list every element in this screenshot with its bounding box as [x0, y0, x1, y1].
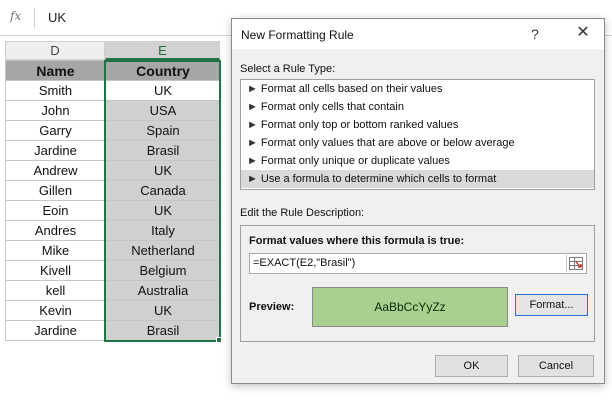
name-cell[interactable]: Kivell — [5, 260, 106, 281]
name-cell[interactable]: Garry — [5, 120, 106, 141]
rule-type-item[interactable]: ► Format only values that are above or be… — [241, 134, 594, 152]
format-preview: AaBbCcYyZz — [312, 287, 508, 327]
table-row: Eoin UK — [5, 200, 221, 221]
country-cell[interactable]: Belgium — [105, 260, 221, 281]
formula-bar-value[interactable]: UK — [48, 10, 66, 25]
table-row: Jardine Brasil — [5, 140, 221, 161]
table-row: Andres Italy — [5, 220, 221, 241]
name-cell[interactable]: Gillen — [5, 180, 106, 201]
country-cell[interactable]: Brasil — [105, 320, 221, 341]
country-cell[interactable]: Spain — [105, 120, 221, 141]
name-cell[interactable]: Andrew — [5, 160, 106, 181]
name-cell[interactable]: Jardine — [5, 140, 106, 161]
country-cell[interactable]: Netherland — [105, 240, 221, 261]
table-row: John USA — [5, 100, 221, 121]
help-icon[interactable]: ? — [531, 26, 539, 42]
table-row: Kevin UK — [5, 300, 221, 321]
formula-input-value: =EXACT(E2,"Brasil") — [253, 257, 356, 269]
header-cell-country[interactable]: Country — [105, 60, 221, 81]
spreadsheet-grid: Name Country Smith UK John USA Garry Spa… — [5, 60, 221, 341]
rule-type-list: ► Format all cells based on their values … — [240, 79, 595, 190]
arrow-icon: ► — [247, 119, 258, 131]
rule-type-item[interactable]: ► Format all cells based on their values — [241, 80, 594, 98]
dialog-title: New Formatting Rule — [241, 28, 354, 42]
format-button[interactable]: Format... — [515, 294, 588, 316]
rule-type-label-text: Format only top or bottom ranked values — [260, 119, 459, 131]
header-cell-name[interactable]: Name — [5, 60, 106, 81]
function-icon[interactable]: fx — [10, 9, 21, 23]
country-cell[interactable]: Canada — [105, 180, 221, 201]
name-cell[interactable]: Andres — [5, 220, 106, 241]
rule-description-label: Edit the Rule Description: — [240, 207, 365, 219]
table-header-row: Name Country — [5, 60, 221, 81]
rule-type-item[interactable]: ► Format only cells that contain — [241, 98, 594, 116]
arrow-icon: ► — [247, 155, 258, 167]
name-cell[interactable]: Eoin — [5, 200, 106, 221]
rule-type-label-text: Format only unique or duplicate values — [260, 155, 450, 167]
rule-type-item-selected[interactable]: ► Use a formula to determine which cells … — [241, 170, 594, 188]
rule-type-item[interactable]: ► Format only unique or duplicate values — [241, 152, 594, 170]
name-cell[interactable]: John — [5, 100, 106, 121]
arrow-icon: ► — [247, 101, 258, 113]
name-cell[interactable]: Kevin — [5, 300, 106, 321]
collapse-range-button[interactable] — [566, 255, 584, 272]
rule-type-label-text: Use a formula to determine which cells t… — [260, 173, 497, 185]
table-row: Gillen Canada — [5, 180, 221, 201]
country-cell[interactable]: UK — [105, 300, 221, 321]
name-cell[interactable]: Smith — [5, 80, 106, 101]
table-row: Smith UK — [5, 80, 221, 101]
rule-type-item[interactable]: ► Format only top or bottom ranked values — [241, 116, 594, 134]
country-cell[interactable]: USA — [105, 100, 221, 121]
name-cell[interactable]: Mike — [5, 240, 106, 261]
close-icon[interactable]: ✕ — [574, 24, 592, 42]
table-row: Kivell Belgium — [5, 260, 221, 281]
country-cell[interactable]: Brasil — [105, 140, 221, 161]
cancel-button[interactable]: Cancel — [518, 355, 594, 377]
country-cell[interactable]: UK — [105, 80, 221, 101]
formula-prompt: Format values where this formula is true… — [249, 235, 465, 247]
country-cell[interactable]: Australia — [105, 280, 221, 301]
fill-handle[interactable] — [216, 337, 222, 343]
new-formatting-rule-dialog: New Formatting Rule ? ✕ Select a Rule Ty… — [231, 18, 605, 384]
rule-description-panel: Format values where this formula is true… — [240, 225, 595, 342]
table-row: Andrew UK — [5, 160, 221, 181]
name-cell[interactable]: Jardine — [5, 320, 106, 341]
rule-type-label-text: Format only values that are above or bel… — [260, 137, 515, 149]
country-cell[interactable]: Italy — [105, 220, 221, 241]
arrow-icon: ► — [247, 173, 258, 185]
column-header-d[interactable]: D — [5, 41, 105, 60]
table-row: kell Australia — [5, 280, 221, 301]
rule-type-label: Select a Rule Type: — [240, 63, 336, 75]
table-row: Garry Spain — [5, 120, 221, 141]
country-cell[interactable]: UK — [105, 160, 221, 181]
ok-button[interactable]: OK — [435, 355, 508, 377]
arrow-icon: ► — [247, 83, 258, 95]
rule-type-label-text: Format all cells based on their values — [260, 83, 443, 95]
name-cell[interactable]: kell — [5, 280, 106, 301]
rule-type-label-text: Format only cells that contain — [260, 101, 404, 113]
country-cell[interactable]: UK — [105, 200, 221, 221]
preview-label: Preview: — [249, 301, 295, 313]
table-row: Jardine Brasil — [5, 320, 221, 341]
table-row: Mike Netherland — [5, 240, 221, 261]
column-header-e[interactable]: E — [105, 41, 220, 60]
range-selector-icon — [569, 257, 583, 270]
arrow-icon: ► — [247, 137, 258, 149]
formula-input[interactable]: =EXACT(E2,"Brasil") — [249, 253, 587, 274]
formula-bar-divider — [34, 8, 35, 28]
